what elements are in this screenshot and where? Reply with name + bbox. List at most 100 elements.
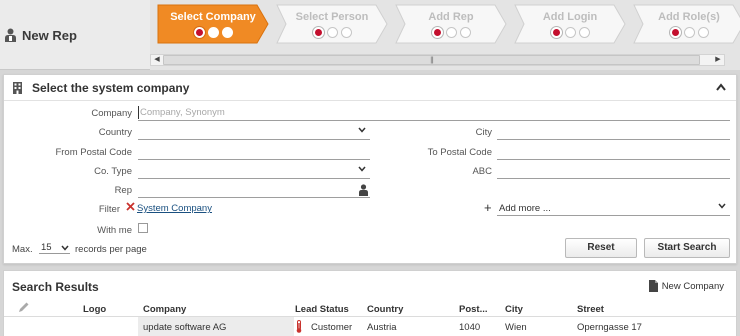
chevron-down-icon (358, 127, 366, 133)
abc-label: ABC (472, 166, 492, 177)
progress-dot (326, 27, 338, 38)
step-progress (633, 27, 740, 38)
col-city[interactable]: City (505, 304, 523, 315)
page-title: New Rep (22, 27, 77, 43)
cell-street: Operngasse 17 (577, 322, 642, 333)
col-company[interactable]: Company (143, 304, 186, 315)
city-input[interactable] (497, 126, 730, 140)
col-lead-status[interactable]: Lead Status (295, 304, 349, 315)
step-add-rep[interactable]: Add Rep (395, 4, 507, 44)
step-label: Add Role(s) (658, 11, 720, 23)
progress-dot (550, 27, 562, 38)
table-row[interactable]: update software AG Customer Austria 1040… (4, 317, 736, 336)
max-records-value: 15 (41, 242, 52, 253)
person-icon (5, 28, 16, 42)
grip-icon: ||| (430, 57, 434, 64)
progress-dot (683, 27, 695, 38)
scroll-right-icon[interactable]: ▶ (712, 55, 724, 65)
step-label: Select Person (295, 11, 369, 23)
collapse-icon[interactable] (716, 83, 726, 91)
step-select-company[interactable]: Select Company (157, 4, 269, 44)
progress-dot (192, 26, 206, 39)
progress-dot (564, 27, 576, 38)
step-label: Select Company (170, 11, 256, 23)
progress-dot (459, 27, 471, 38)
progress-dot (578, 27, 590, 38)
plus-icon[interactable]: + (484, 200, 492, 215)
step-progress (514, 27, 626, 38)
rep-label: Rep (114, 185, 132, 196)
col-logo[interactable]: Logo (83, 304, 106, 315)
to-postal-label: To Postal Code (427, 147, 492, 158)
new-company-label: New Company (661, 280, 724, 292)
col-country[interactable]: Country (367, 304, 403, 315)
to-postal-input[interactable] (497, 146, 730, 160)
step-shape (276, 4, 388, 44)
progress-dot (669, 27, 681, 38)
step-label: Add Rep (428, 11, 474, 23)
max-records-select[interactable]: 15 (39, 241, 70, 254)
step-progress (157, 26, 269, 39)
step-shape (157, 4, 269, 44)
cell-country: Austria (367, 322, 397, 333)
steps-scrollbar[interactable]: ◀ ||| ▶ (150, 54, 725, 66)
filter-label: Filter (98, 204, 120, 215)
step-shape (395, 4, 507, 44)
wizard-header: New Rep Select Company Select Person Add… (0, 0, 740, 70)
company-input[interactable]: Company, Synonym (138, 106, 730, 121)
text-cursor (138, 106, 139, 119)
remove-filter-icon[interactable] (126, 202, 135, 211)
step-add-login[interactable]: Add Login (514, 4, 626, 44)
start-search-button[interactable]: Start Search (644, 238, 730, 258)
progress-dot (340, 27, 352, 38)
col-street[interactable]: Street (577, 304, 604, 315)
progress-dot (312, 27, 324, 38)
step-label: Add Login (542, 11, 598, 23)
step-add-roles[interactable]: Add Role(s) (633, 4, 740, 44)
edit-columns-icon[interactable] (18, 301, 30, 313)
results-title: Search Results (12, 280, 99, 294)
person-picker-icon[interactable] (359, 184, 368, 196)
col-postal[interactable]: Post... (459, 304, 488, 315)
scroll-left-icon[interactable]: ◀ (151, 55, 163, 65)
cell-city: Wien (505, 322, 527, 333)
chevron-down-icon (358, 166, 366, 172)
from-postal-input[interactable] (138, 146, 370, 160)
page-title-area: New Rep (0, 0, 150, 70)
add-more-select[interactable]: Add more ... (497, 202, 730, 216)
search-panel: Select the system company Company Compan… (3, 74, 737, 264)
new-company-button[interactable]: New Company (648, 280, 724, 292)
progress-dot (697, 27, 709, 38)
scroll-thumb[interactable]: ||| (163, 55, 700, 65)
co-type-label: Co. Type (94, 166, 132, 177)
add-more-label: Add more ... (499, 203, 551, 214)
document-icon (648, 280, 658, 292)
cell-postal: 1040 (459, 322, 481, 333)
step-progress (395, 27, 507, 38)
reset-button[interactable]: Reset (565, 238, 637, 258)
step-select-person[interactable]: Select Person (276, 4, 388, 44)
company-placeholder: Company, Synonym (140, 107, 225, 118)
cell-lead-status: Customer (311, 322, 353, 333)
progress-dot (445, 27, 457, 38)
step-progress (276, 27, 388, 38)
thermometer-icon (296, 320, 302, 333)
building-icon (13, 82, 22, 94)
abc-input[interactable] (497, 165, 730, 179)
company-label: Company (91, 108, 132, 119)
progress-dot (207, 27, 219, 38)
records-per-page-label: records per page (75, 244, 147, 255)
country-select[interactable] (138, 126, 370, 140)
chevron-down-icon (61, 245, 69, 251)
co-type-select[interactable] (138, 165, 370, 179)
panel-header: Select the system company (4, 75, 736, 101)
with-me-checkbox[interactable] (138, 223, 148, 233)
max-label: Max. (12, 244, 33, 255)
progress-dot (221, 27, 233, 38)
progress-dot (431, 27, 443, 38)
rep-input[interactable] (138, 184, 370, 198)
filter-system-company-link[interactable]: System Company (137, 203, 212, 214)
city-label: City (475, 127, 492, 138)
step-shape (514, 4, 626, 44)
with-me-label: With me (97, 225, 132, 236)
